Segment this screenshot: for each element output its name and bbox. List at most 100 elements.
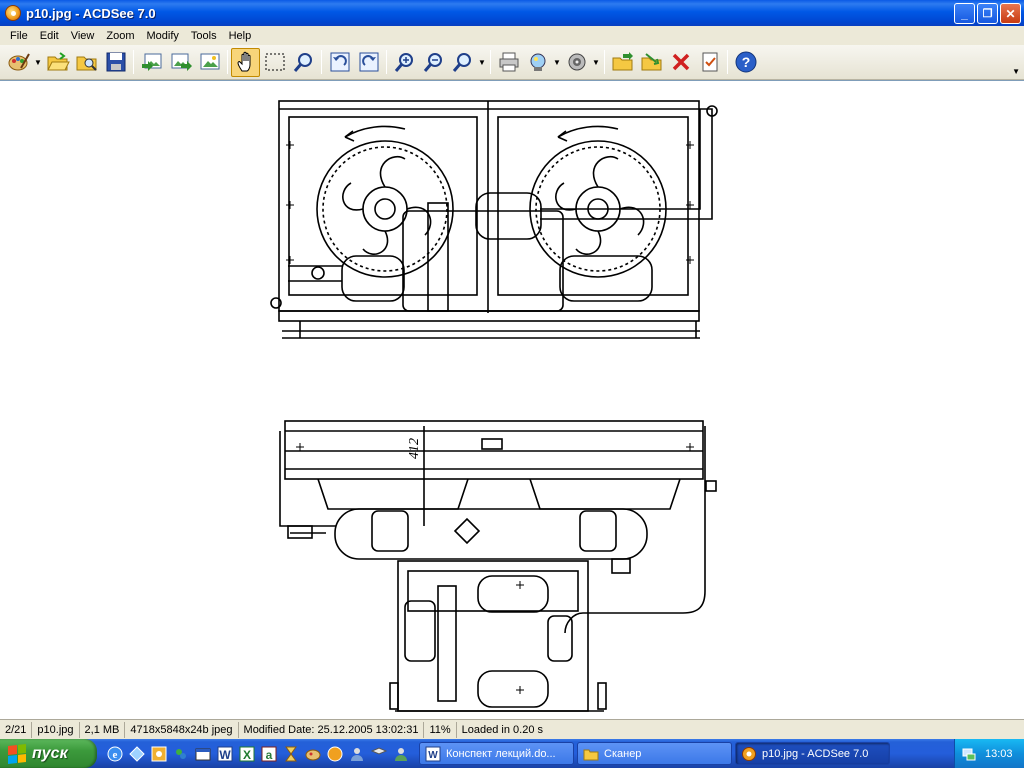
start-label: пуск bbox=[32, 744, 68, 762]
restore-button[interactable]: ❐ bbox=[977, 3, 998, 24]
user-icon[interactable] bbox=[347, 744, 367, 764]
toolbar-separator bbox=[321, 50, 322, 74]
properties-icon bbox=[702, 52, 717, 72]
save-button[interactable] bbox=[101, 48, 130, 77]
folder-icon bbox=[583, 749, 599, 760]
menu-edit[interactable]: Edit bbox=[34, 30, 65, 42]
wallpaper-icon bbox=[530, 53, 545, 71]
hand-tool-button[interactable] bbox=[231, 47, 260, 77]
svg-text:W: W bbox=[428, 750, 438, 761]
menu-help[interactable]: Help bbox=[223, 30, 258, 42]
wallpaper-button[interactable] bbox=[523, 48, 552, 77]
slideshow-button[interactable] bbox=[562, 48, 591, 77]
title-bar[interactable]: p10.jpg - ACDSee 7.0 _ ❐ ✕ bbox=[0, 0, 1024, 26]
excel-icon[interactable]: X bbox=[237, 744, 257, 764]
clock[interactable]: 13:03 bbox=[985, 748, 1013, 760]
close-button[interactable]: ✕ bbox=[1000, 3, 1021, 24]
task-button-scanner[interactable]: Сканер bbox=[577, 742, 732, 765]
task-label: Сканер bbox=[604, 747, 642, 760]
minimize-icon: _ bbox=[961, 6, 968, 21]
network-icon[interactable] bbox=[391, 744, 411, 764]
acquire-button[interactable] bbox=[4, 48, 33, 77]
toolbar-overflow-chevron[interactable]: ▼ bbox=[1012, 67, 1020, 76]
menu-file[interactable]: File bbox=[4, 30, 34, 42]
rotate-right-icon bbox=[359, 52, 378, 72]
next-image-button[interactable] bbox=[166, 48, 195, 77]
toolbar-separator bbox=[727, 50, 728, 74]
svg-text:a: a bbox=[266, 748, 273, 762]
slideshow-dropdown[interactable]: ▼ bbox=[591, 48, 601, 77]
move-to-folder-icon bbox=[641, 53, 661, 71]
system-tray: 13:03 bbox=[954, 739, 1024, 768]
paint-icon[interactable] bbox=[303, 744, 323, 764]
menu-tools[interactable]: Tools bbox=[185, 30, 223, 42]
zoom-dropdown[interactable]: ▼ bbox=[477, 48, 487, 77]
rotate-left-icon bbox=[330, 52, 349, 72]
toolbar: ▼ ▼ ▼ ▼ ? ▼ bbox=[0, 45, 1024, 80]
open-folder-button[interactable] bbox=[43, 48, 72, 77]
print-button[interactable] bbox=[494, 48, 523, 77]
delete-icon bbox=[672, 53, 689, 71]
task-label: p10.jpg - ACDSee 7.0 bbox=[762, 747, 869, 760]
word-icon[interactable]: W bbox=[215, 744, 235, 764]
copy-to-folder-icon bbox=[612, 52, 633, 71]
task-button-word-doc[interactable]: W Конспект лекций.do... bbox=[419, 742, 574, 765]
ie-icon[interactable]: e bbox=[105, 744, 125, 764]
zoom-tool-icon bbox=[293, 53, 312, 72]
toolbar-separator bbox=[490, 50, 491, 74]
rotate-right-button[interactable] bbox=[354, 48, 383, 77]
acdsee-app-icon[interactable] bbox=[5, 5, 21, 21]
acquire-icon bbox=[8, 53, 30, 71]
start-button[interactable]: пуск bbox=[0, 739, 97, 768]
menu-view[interactable]: View bbox=[65, 30, 101, 42]
window-title: p10.jpg - ACDSee 7.0 bbox=[26, 5, 156, 21]
hand-tool-icon bbox=[236, 51, 250, 72]
dimension-label: 412 bbox=[407, 438, 422, 459]
messenger-icon[interactable] bbox=[171, 744, 191, 764]
status-modified: Modified Date: 25.12.2005 13:02:31 bbox=[239, 721, 425, 738]
delete-button[interactable] bbox=[666, 48, 695, 77]
image-viewer[interactable]: 412 bbox=[0, 80, 1024, 718]
task-button-acdsee[interactable]: p10.jpg - ACDSee 7.0 bbox=[735, 742, 890, 765]
zoom-in-icon bbox=[394, 53, 413, 72]
copy-to-folder-button[interactable] bbox=[608, 48, 637, 77]
hourglass-icon[interactable] bbox=[281, 744, 301, 764]
quick-launch: e W X a bbox=[97, 739, 411, 768]
zoom-in-button[interactable] bbox=[390, 48, 419, 77]
minimize-button[interactable]: _ bbox=[954, 3, 975, 24]
svg-text:X: X bbox=[243, 748, 251, 762]
technical-drawing-image[interactable]: 412 bbox=[0, 81, 1024, 719]
toolbar-separator bbox=[133, 50, 134, 74]
tray-network-icon[interactable] bbox=[961, 746, 977, 762]
zoom-tool-button[interactable] bbox=[289, 48, 318, 77]
auto-advance-button[interactable] bbox=[195, 48, 224, 77]
selection-tool-button[interactable] bbox=[260, 48, 289, 77]
help-button[interactable]: ? bbox=[731, 48, 760, 77]
access-icon[interactable]: a bbox=[259, 744, 279, 764]
properties-button[interactable] bbox=[695, 48, 724, 77]
desktop-icon[interactable] bbox=[127, 744, 147, 764]
zoom-fit-button[interactable] bbox=[448, 48, 477, 77]
wallpaper-dropdown[interactable]: ▼ bbox=[552, 48, 562, 77]
toolbar-separator bbox=[386, 50, 387, 74]
media-icon[interactable] bbox=[149, 744, 169, 764]
svg-text:W: W bbox=[219, 748, 231, 762]
move-to-folder-button[interactable] bbox=[637, 48, 666, 77]
acdsee-ql-icon[interactable] bbox=[325, 744, 345, 764]
explorer-icon[interactable] bbox=[193, 744, 213, 764]
acquire-dropdown[interactable]: ▼ bbox=[33, 48, 43, 77]
zoom-out-button[interactable] bbox=[419, 48, 448, 77]
task-list: W Конспект лекций.do... Сканер p10.jpg -… bbox=[419, 742, 890, 765]
status-filename: p10.jpg bbox=[32, 721, 80, 738]
status-dimensions: 4718x5848x24b jpeg bbox=[125, 721, 239, 738]
rotate-left-button[interactable] bbox=[325, 48, 354, 77]
previous-image-button[interactable] bbox=[137, 48, 166, 77]
windows-logo-icon bbox=[8, 743, 26, 764]
menu-bar: File Edit View Zoom Modify Tools Help bbox=[0, 26, 1024, 45]
svg-text:?: ? bbox=[741, 54, 750, 70]
selection-tool-icon bbox=[265, 53, 284, 71]
menu-modify[interactable]: Modify bbox=[140, 30, 184, 42]
menu-zoom[interactable]: Zoom bbox=[100, 30, 140, 42]
browse-button[interactable] bbox=[72, 48, 101, 77]
book-icon[interactable] bbox=[369, 744, 389, 764]
